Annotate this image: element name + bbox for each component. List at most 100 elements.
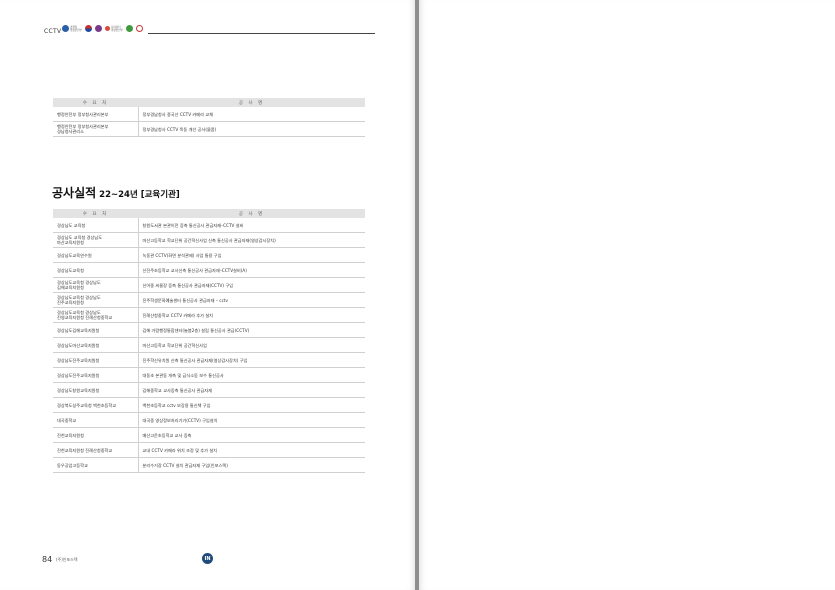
project-cell: 진주학신유치원 신축 통신공사 관급자재(영상감시장치) 구입: [138, 352, 365, 368]
project-cell: 진례산청중학교 CCTV 카메라 추가 설치: [138, 307, 365, 323]
client-text: 동우공업고등학교: [57, 462, 88, 468]
section-title-sub: 22~24년 [교육기관]: [99, 190, 180, 200]
client-cell: 행정안전부 정부청사관리본부 경남청사관리소: [53, 121, 139, 137]
project-cell: 녹동관 CCTV(화면 분석관제) 사업 통용 구입: [138, 247, 365, 263]
project-cell: 대곡중 영상정보처리기기(CCTV) 구입설치: [138, 412, 365, 428]
seal-icon: [135, 25, 143, 32]
client-cell: 경상남도교육청: [53, 262, 139, 278]
company-emblem-icon: IN: [202, 553, 213, 564]
police-agency-icon: 경찰청 행정안전부: [62, 25, 82, 32]
client-cell: 경상남도창원교육지원청: [53, 382, 139, 398]
table-row: 경상남도진주교육지원청 대동초 본관동 개축 및 급식소동 보수 통신공사: [53, 367, 365, 383]
project-cell: 마산고등학교 학교단위 공간혁신사업: [138, 337, 365, 353]
project-cell: 정부경남청사 중국산 CCTV 카메라 교체: [138, 107, 365, 122]
table-row: 진천교육지원청 진례산청중학교 교내 CCTV 카메라 위치 조정 및 추가 설치: [53, 442, 365, 458]
logo-mark: [94, 25, 102, 32]
logo-mark: [125, 25, 133, 32]
client-text: 경상남도김해교육지원청: [57, 327, 100, 333]
column-header-project: 공 사 명: [138, 209, 365, 218]
client-text: 진천교육지원청: [57, 432, 84, 438]
page-number: 84: [42, 555, 53, 564]
client-text: 행정안전부 정부청사관리본부 경남청사관리소: [57, 124, 109, 134]
table-row: 경상남도교육청 경상남도 진영교육지원청 진례산청중학교 진례산청중학교 CCTV…: [53, 307, 365, 323]
project-cell: 김해중학교 교사증축 통신공사 관급자재: [138, 382, 365, 398]
client-cell: 경상남도교육연수원: [53, 247, 139, 263]
client-cell: 경상남도교육청 경상남도 진주교육지원청: [53, 292, 139, 308]
client-text: 경상남도교육청 경상남도 진주교육지원청: [57, 295, 101, 305]
project-cell: 창원도서관 본관이전 증축 통신공사 관급자재–CCTV 설비: [138, 218, 365, 233]
logo-mark: [135, 25, 143, 32]
table-row: 대곡중학교 대곡중 영상정보처리기기(CCTV) 구입설치: [53, 412, 365, 428]
logo-text: 경찰청 행정안전부: [70, 25, 82, 32]
client-text: 경상남도마산교육지원청: [57, 342, 100, 348]
client-text: 대곡중학교: [57, 417, 77, 423]
client-cell: 경상남도 교육청: [53, 218, 139, 233]
main-project-table: 수 요 처 공 사 명 경상남도 교육청 창원도서관 본관이전 증축 통신공사 관…: [53, 209, 365, 473]
client-cell: 경상북도성주교육청 백천초등학교: [53, 397, 139, 413]
green-leaf-icon: [125, 25, 133, 32]
project-cell: 마산고등학교 학교단위 공간혁신사업 신축 통신공사 관급자재(영상감시장치): [138, 232, 365, 248]
table-row: 행정안전부 정부청사관리본부 경남청사관리소 정부경남청사 CCTV 폭동 개선 …: [53, 121, 365, 137]
table-header-row: 수 요 처 공 사 명: [53, 209, 365, 218]
client-cell: 경상남도김해교육지원청: [53, 322, 139, 338]
section-title: 공사실적 22~24년 [교육기관]: [52, 182, 180, 201]
project-cell: 백천초등학교 cctv 보강용 통신책 구입: [138, 397, 365, 413]
client-cell: 행정안전부 정부청사관리본부: [53, 107, 139, 122]
company-name: (주)인포스텍: [56, 557, 78, 562]
table-row: 진천교육지원청 매산고운초등학교 교사 증축: [53, 427, 365, 443]
client-cell: 경상남도 교육청 경상남도 마산교육지원청: [53, 232, 139, 248]
client-cell: 대곡중학교: [53, 412, 139, 428]
client-text: 경상남도진주교육지원청: [57, 357, 100, 363]
project-cell: 대동초 본관동 개축 및 급식소동 보수 통신공사: [138, 367, 365, 383]
table-row: 경상남도마산교육지원청 마산고등학교 학교단위 공간혁신사업: [53, 337, 365, 353]
table-row: 경상남도 교육청 창원도서관 본관이전 증축 통신공사 관급자재–CCTV 설비: [53, 218, 365, 233]
logo-mark: [84, 25, 92, 32]
education-icon: [94, 25, 102, 32]
project-cell: 김해 가람행정통합센터(늘봄2층) 설립 통신공사 관급(CCTV): [138, 322, 365, 338]
project-cell: 진주학생문화예술센터 통신공사 관급자재 – cctv: [138, 292, 365, 308]
client-text: 경상남도교육연수원: [57, 252, 92, 258]
client-text: 행정안전부 정부청사관리본부: [57, 111, 109, 117]
header-label: CCTV: [44, 28, 62, 35]
procurement-icon: 나라장터 행정안전부: [104, 25, 123, 32]
table-row: 행정안전부 정부청사관리본부 정부경남청사 중국산 CCTV 카메라 교체: [53, 107, 365, 122]
project-cell: 정부경남청사 CCTV 폭동 개선 공사(물품): [138, 121, 365, 137]
header-divider: [148, 33, 375, 34]
logo-text: 나라장터 행정안전부: [110, 25, 123, 32]
table-row: 경상북도성주교육청 백천초등학교 백천초등학교 cctv 보강용 통신책 구입: [53, 397, 365, 413]
client-cell: 경상남도마산교육지원청: [53, 337, 139, 353]
table-row: 경상남도진주교육지원청 진주학신유치원 신축 통신공사 관급자재(영상감시장치) …: [53, 352, 365, 368]
logo-mark: [62, 25, 69, 32]
client-text: 경상남도 교육청 경상남도 마산교육지원청: [57, 235, 103, 245]
right-page: [419, 0, 835, 590]
client-cell: 경상남도교육청 경상남도 김해교육지원청: [53, 277, 139, 293]
client-text: 경상남도진주교육지원청: [57, 372, 100, 378]
project-cell: 분리수거장 CCTV 설치 관급자재 구입(인포스텍): [138, 457, 365, 473]
table-header-row: 수 요 처 공 사 명: [53, 98, 365, 107]
table-row: 경상남도창원교육지원청 김해중학교 교사증축 통신공사 관급자재: [53, 382, 365, 398]
project-cell: 매산고운초등학교 교사 증축: [138, 427, 365, 443]
client-cell: 진천교육지원청 진례산청중학교: [53, 442, 139, 458]
table-row: 경상남도교육연수원 녹동관 CCTV(화면 분석관제) 사업 통용 구입: [53, 247, 365, 263]
project-cell: 신진주초등학교 교사신축 통신공사 관급자재–CCTV설비(A): [138, 262, 365, 278]
table-row: 동우공업고등학교 분리수거장 CCTV 설치 관급자재 구입(인포스텍): [53, 457, 365, 473]
page-header: CCTV 경찰청 행정안전부 나라장터 행정안전부: [44, 25, 375, 40]
project-cell: 교내 CCTV 카메라 위치 조정 및 추가 설치: [138, 442, 365, 458]
client-cell: 경상남도진주교육지원청: [53, 352, 139, 368]
table-row: 경상남도교육청 경상남도 진주교육지원청 진주학생문화예술센터 통신공사 관급자재…: [53, 292, 365, 308]
client-text: 경상남도교육청: [57, 267, 84, 273]
left-page: CCTV 경찰청 행정안전부 나라장터 행정안전부 수 요 처 공 사 명 행정…: [0, 0, 415, 590]
client-text: 경상남도창원교육지원청: [57, 387, 100, 393]
table-row: 경상남도김해교육지원청 김해 가람행정통합센터(늘봄2층) 설립 통신공사 관급(…: [53, 322, 365, 338]
column-header-client: 수 요 처: [53, 209, 138, 218]
client-cell: 진천교육지원청: [53, 427, 139, 443]
column-header-project: 공 사 명: [138, 98, 365, 107]
column-header-client: 수 요 처: [53, 98, 138, 107]
table-row: 경상남도교육청 경상남도 김해교육지원청 신어중 씨름장 증축 통신공사 관급자재…: [53, 277, 365, 293]
client-text: 경상남도 교육청: [57, 222, 86, 228]
client-text: 경상북도성주교육청 백천초등학교: [57, 402, 117, 408]
client-cell: 동우공업고등학교: [53, 457, 139, 473]
project-cell: 신어중 씨름장 증축 통신공사 관급자재(CCTV) 구입: [138, 277, 365, 293]
logo-mark: [104, 26, 110, 31]
client-text: 경상남도교육청 경상남도 진영교육지원청 진례산청중학교: [57, 310, 113, 320]
